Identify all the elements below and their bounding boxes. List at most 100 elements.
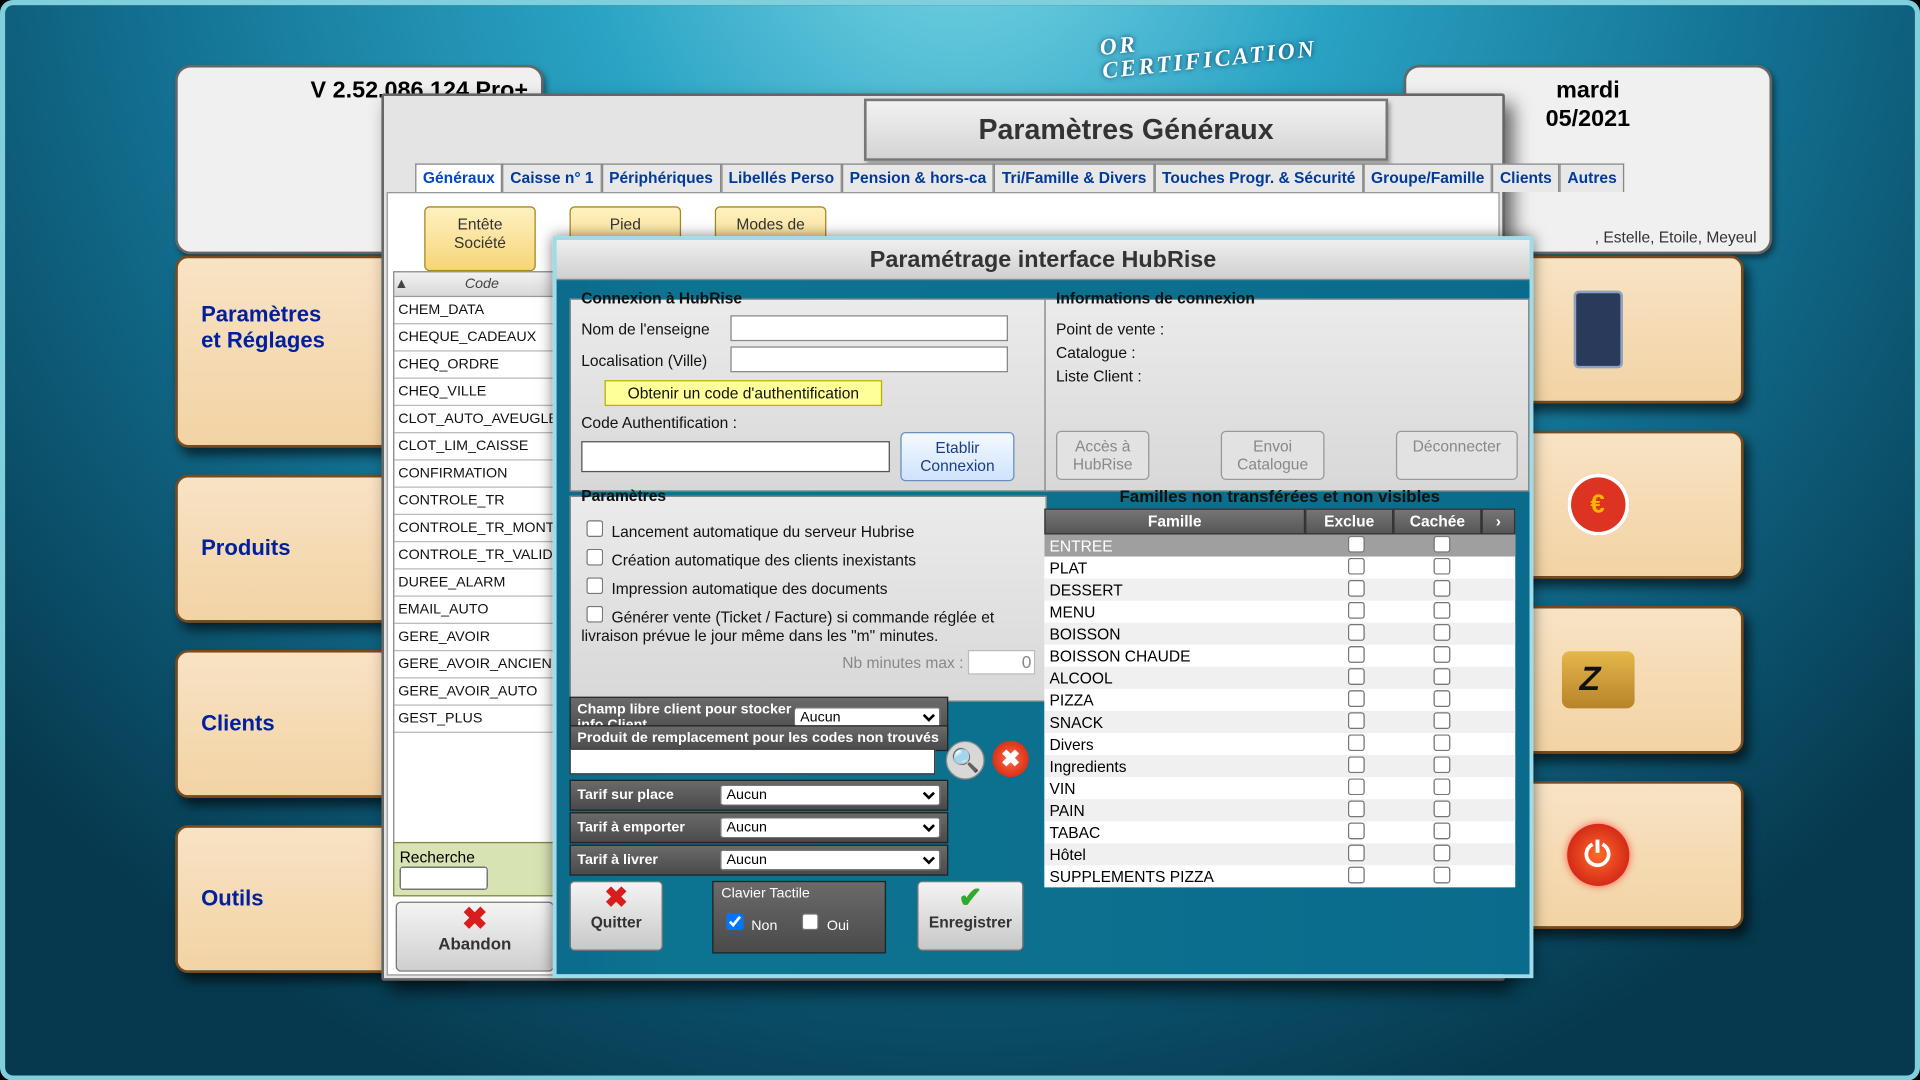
chk-exclue[interactable]	[1347, 623, 1364, 640]
btn-deconnecter[interactable]: Déconnecter	[1396, 431, 1518, 480]
code-row[interactable]: GERE_AVOIR_ANCIENS	[394, 651, 555, 678]
tab-autres[interactable]: Autres	[1560, 163, 1625, 192]
tab-tri[interactable]: Tri/Famille & Divers	[994, 163, 1154, 192]
input-ville[interactable]	[731, 346, 1009, 372]
tab-generaux[interactable]: Généraux	[415, 163, 502, 192]
chk-exclue[interactable]	[1347, 778, 1364, 795]
chk-cachee[interactable]	[1433, 756, 1450, 773]
tab-groupe[interactable]: Groupe/Famille	[1363, 163, 1492, 192]
code-row[interactable]: CHEM_DATA	[394, 297, 555, 324]
chk-clavier-non[interactable]	[726, 913, 743, 930]
tab-peripheriques[interactable]: Périphériques	[601, 163, 720, 192]
btn-etablir-connexion[interactable]: Etablir Connexion	[900, 432, 1014, 481]
families-scroll-right[interactable]: ›	[1482, 509, 1516, 535]
tab-touches[interactable]: Touches Progr. & Sécurité	[1154, 163, 1363, 192]
chk-exclue[interactable]	[1347, 756, 1364, 773]
code-row[interactable]: CHEQ_ORDRE	[394, 352, 555, 379]
btn-acces-hubrise[interactable]: Accès à HubRise	[1056, 431, 1149, 480]
family-row[interactable]: VIN	[1044, 777, 1515, 799]
family-row[interactable]: TABAC	[1044, 821, 1515, 843]
input-nb-minutes[interactable]	[968, 650, 1035, 675]
chk-cachee[interactable]	[1433, 535, 1450, 552]
chk-exclue[interactable]	[1347, 645, 1364, 662]
search-icon[interactable]: 🔍	[946, 741, 985, 780]
chk-exclue[interactable]	[1347, 822, 1364, 839]
chk-creation-clients[interactable]	[586, 549, 603, 566]
code-row[interactable]: GERE_AVOIR_AUTO	[394, 678, 555, 705]
family-row[interactable]: Hôtel	[1044, 843, 1515, 865]
input-code-auth[interactable]	[581, 441, 890, 472]
code-row[interactable]: GERE_AVOIR	[394, 624, 555, 651]
btn-obtenir-code[interactable]: Obtenir un code d'authentification	[605, 380, 883, 406]
family-row[interactable]: PAIN	[1044, 799, 1515, 821]
code-row[interactable]: CHEQ_VILLE	[394, 379, 555, 406]
family-row[interactable]: Ingredients	[1044, 755, 1515, 777]
recherche-input[interactable]	[400, 867, 488, 890]
chk-cachee[interactable]	[1433, 690, 1450, 707]
chk-exclue[interactable]	[1347, 557, 1364, 574]
family-row[interactable]: BOISSON	[1044, 623, 1515, 645]
tab-clients[interactable]: Clients	[1492, 163, 1559, 192]
code-row[interactable]: CONFIRMATION	[394, 461, 555, 488]
chk-cachee[interactable]	[1433, 778, 1450, 795]
chk-exclue[interactable]	[1347, 712, 1364, 729]
select-tarif-place[interactable]: Aucun	[720, 785, 941, 806]
chk-exclue[interactable]	[1347, 535, 1364, 552]
families-body[interactable]: ENTREEPLATDESSERTMENUBOISSONBOISSON CHAU…	[1044, 534, 1515, 887]
chk-clavier-oui[interactable]	[802, 913, 819, 930]
family-row[interactable]: ENTREE	[1044, 534, 1515, 556]
chk-exclue[interactable]	[1347, 690, 1364, 707]
chk-cachee[interactable]	[1433, 667, 1450, 684]
tab-caisse1[interactable]: Caisse n° 1	[503, 163, 602, 192]
btn-enregistrer[interactable]: ✔ Enregistrer	[917, 881, 1023, 951]
input-enseigne[interactable]	[731, 315, 1009, 341]
chk-cachee[interactable]	[1433, 734, 1450, 751]
family-row[interactable]: SUPPLEMENTS PIZZA	[1044, 865, 1515, 887]
family-row[interactable]: PIZZA	[1044, 689, 1515, 711]
chk-cachee[interactable]	[1433, 557, 1450, 574]
input-remplacement[interactable]	[570, 749, 936, 775]
chk-exclue[interactable]	[1347, 734, 1364, 751]
chk-cachee[interactable]	[1433, 866, 1450, 883]
family-row[interactable]: ALCOOL	[1044, 667, 1515, 689]
code-row[interactable]: CONTROLE_TR	[394, 488, 555, 515]
chk-cachee[interactable]	[1433, 623, 1450, 640]
code-row[interactable]: CONTROLE_TR_MONTANT	[394, 515, 555, 542]
family-row[interactable]: PLAT	[1044, 557, 1515, 579]
chk-generer-vente[interactable]	[586, 606, 603, 623]
tab-pension[interactable]: Pension & hors-ca	[842, 163, 994, 192]
code-row[interactable]: CHEQUE_CADEAUX	[394, 324, 555, 351]
select-tarif-livrer[interactable]: Aucun	[720, 850, 941, 871]
tab-libelles[interactable]: Libellés Perso	[721, 163, 842, 192]
code-row[interactable]: CLOT_AUTO_AVEUGLE	[394, 406, 555, 433]
code-row[interactable]: GEST_PLUS	[394, 706, 555, 733]
select-tarif-emporter[interactable]: Aucun	[720, 817, 941, 838]
code-row[interactable]: DUREE_ALARM	[394, 570, 555, 597]
family-row[interactable]: BOISSON CHAUDE	[1044, 645, 1515, 667]
chk-cachee[interactable]	[1433, 844, 1450, 861]
chk-exclue[interactable]	[1347, 844, 1364, 861]
chk-cachee[interactable]	[1433, 712, 1450, 729]
chk-cachee[interactable]	[1433, 579, 1450, 596]
chk-lancement-auto[interactable]	[586, 520, 603, 537]
code-row[interactable]: CLOT_LIM_CAISSE	[394, 433, 555, 460]
chk-cachee[interactable]	[1433, 645, 1450, 662]
family-row[interactable]: DESSERT	[1044, 579, 1515, 601]
code-row[interactable]: EMAIL_AUTO	[394, 597, 555, 624]
chk-cachee[interactable]	[1433, 601, 1450, 618]
family-row[interactable]: MENU	[1044, 601, 1515, 623]
chk-cachee[interactable]	[1433, 800, 1450, 817]
ybtn-entete[interactable]: Entête Société	[424, 206, 536, 271]
chk-exclue[interactable]	[1347, 866, 1364, 883]
btn-quitter[interactable]: ✖ Quitter	[570, 881, 663, 951]
delete-icon[interactable]: ✖	[992, 741, 1028, 777]
code-list[interactable]: ▲Code CHEM_DATACHEQUE_CADEAUXCHEQ_ORDREC…	[393, 271, 556, 857]
chk-exclue[interactable]	[1347, 800, 1364, 817]
chk-cachee[interactable]	[1433, 822, 1450, 839]
code-row[interactable]: CONTROLE_TR_VALIDITE	[394, 542, 555, 569]
family-row[interactable]: SNACK	[1044, 711, 1515, 733]
chk-exclue[interactable]	[1347, 601, 1364, 618]
chk-exclue[interactable]	[1347, 667, 1364, 684]
abandon-button[interactable]: ✖ Abandon	[396, 902, 554, 972]
chk-impression-auto[interactable]	[586, 577, 603, 594]
